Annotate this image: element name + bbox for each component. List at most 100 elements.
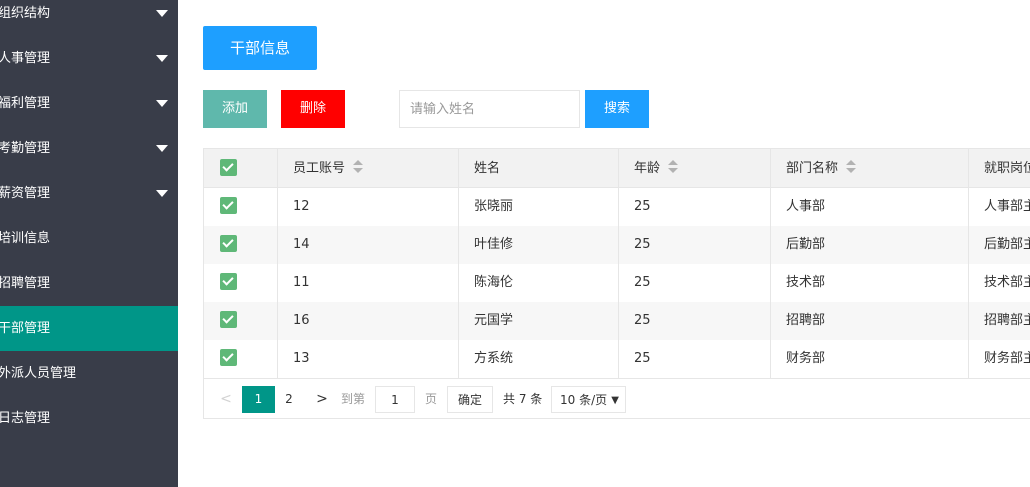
page-2-button[interactable]: 2 [277, 386, 301, 413]
sidebar-item-hr[interactable]: 人事管理 [0, 36, 178, 81]
cell-position: 后勤部主管 [984, 237, 1030, 252]
sort-icon[interactable] [353, 160, 364, 174]
sidebar-item-salary[interactable]: 薪资管理 [0, 171, 178, 216]
cell-position: 技术部主管 [984, 275, 1030, 290]
search-button[interactable]: 搜索 [585, 90, 649, 128]
add-button[interactable]: 添加 [203, 90, 267, 128]
cell-name: 叶佳修 [459, 226, 619, 264]
chevron-down-icon [156, 190, 168, 197]
cell-age: 25 [619, 264, 771, 302]
cell-age: 25 [619, 188, 771, 226]
sidebar-item-label: 招聘管理 [0, 276, 51, 291]
row-checkbox-cell [204, 302, 278, 340]
delete-button[interactable]: 删除 [281, 90, 345, 128]
row-checkbox-cell [204, 340, 278, 378]
sidebar-item-label: 人事管理 [0, 51, 51, 66]
sidebar-item-training[interactable]: 培训信息 [0, 216, 178, 261]
dropdown-icon: ▼ [611, 395, 619, 406]
cell-department: 人事部 [771, 188, 969, 226]
row-checkbox[interactable] [220, 196, 237, 214]
cell-account: 14 [278, 226, 459, 264]
page-label: 页 [425, 392, 438, 406]
page-1-button[interactable]: 1 [242, 386, 275, 413]
sidebar-item-label: 福利管理 [0, 96, 51, 111]
goto-page-input[interactable]: 1 [375, 386, 415, 413]
cell-age: 25 [619, 340, 771, 378]
sidebar-item-label: 日志管理 [0, 411, 51, 426]
sidebar-item-cadre[interactable]: 干部管理 [0, 306, 178, 351]
row-checkbox-cell [204, 226, 278, 264]
chevron-down-icon [156, 10, 168, 17]
cell-account: 12 [278, 188, 459, 226]
cell-department: 技术部 [771, 264, 969, 302]
table-row[interactable]: 16 元国学 25 招聘部 招聘部主管 [204, 302, 1030, 340]
table-row[interactable]: 13 方系统 25 财务部 财务部主管 [204, 340, 1030, 378]
cell-position: 招聘部主管 [984, 313, 1030, 328]
cell-age: 25 [619, 226, 771, 264]
next-page-icon[interactable]: > [312, 386, 332, 413]
chevron-down-icon [156, 145, 168, 152]
cell-name: 方系统 [459, 340, 619, 378]
sidebar-item-expat[interactable]: 外派人员管理 [0, 351, 178, 396]
cell-account: 16 [278, 302, 459, 340]
row-checkbox-cell [204, 188, 278, 226]
cell-position: 财务部主管 [984, 351, 1030, 366]
cell-name: 元国学 [459, 302, 619, 340]
main-content: 干部信息 添加 删除 搜索 员工账号 姓名 年龄 部门名称 就职岗位 [178, 0, 1030, 487]
sort-icon[interactable] [668, 160, 679, 174]
page-size-select[interactable]: 10 条/页 ▼ [551, 386, 626, 413]
chevron-down-icon [156, 55, 168, 62]
header-label: 姓名 [474, 161, 501, 176]
header-name: 姓名 [459, 149, 619, 187]
header-position: 就职岗位 [969, 149, 1030, 187]
sidebar: 组织结构 人事管理 福利管理 考勤管理 薪资管理 培训信息 招聘管理 干部管理 … [0, 0, 178, 487]
sidebar-item-label: 培训信息 [0, 231, 51, 246]
search-input[interactable] [399, 90, 580, 128]
cell-name: 张晓丽 [459, 188, 619, 226]
goto-label: 到第 [341, 392, 366, 406]
sidebar-item-attendance[interactable]: 考勤管理 [0, 126, 178, 171]
cell-department: 后勤部 [771, 226, 969, 264]
header-checkbox-cell [204, 149, 278, 187]
sidebar-item-welfare[interactable]: 福利管理 [0, 81, 178, 126]
cadre-info-button[interactable]: 干部信息 [203, 26, 317, 70]
chevron-down-icon [156, 100, 168, 107]
sidebar-item-label: 薪资管理 [0, 186, 51, 201]
table-row[interactable]: 14 叶佳修 25 后勤部 后勤部主管 [204, 226, 1030, 264]
row-checkbox[interactable] [220, 272, 237, 290]
select-all-checkbox[interactable] [220, 158, 237, 176]
header-department[interactable]: 部门名称 [771, 149, 969, 187]
row-checkbox[interactable] [220, 348, 237, 366]
sidebar-item-label: 外派人员管理 [0, 366, 77, 381]
header-age[interactable]: 年龄 [619, 149, 771, 187]
page-size-value: 10 条/页 [560, 393, 608, 407]
prev-page-icon[interactable]: < [216, 386, 236, 413]
header-label: 员工账号 [293, 161, 346, 176]
data-table: 员工账号 姓名 年龄 部门名称 就职岗位 12 张晓丽 25 人事部 人事部主管 [203, 148, 1030, 419]
row-checkbox[interactable] [220, 310, 237, 328]
cell-account: 13 [278, 340, 459, 378]
cell-position: 人事部主管 [984, 199, 1030, 214]
pagination: < 1 2 > 到第 1 页 确定 共 7 条 10 条/页 ▼ [204, 378, 1030, 419]
header-label: 年龄 [634, 161, 661, 176]
sidebar-item-log[interactable]: 日志管理 [0, 396, 178, 441]
sidebar-item-label: 考勤管理 [0, 141, 51, 156]
confirm-button[interactable]: 确定 [447, 386, 493, 413]
cell-name: 陈海伦 [459, 264, 619, 302]
cell-department: 财务部 [771, 340, 969, 378]
header-label: 部门名称 [786, 161, 839, 176]
total-count: 共 7 条 [503, 392, 543, 406]
sort-icon[interactable] [846, 160, 857, 174]
table-row[interactable]: 11 陈海伦 25 技术部 技术部主管 [204, 264, 1030, 302]
sidebar-item-label: 组织结构 [0, 6, 51, 21]
cell-account: 11 [278, 264, 459, 302]
sidebar-item-org[interactable]: 组织结构 [0, 0, 178, 36]
table-header: 员工账号 姓名 年龄 部门名称 就职岗位 [204, 149, 1030, 188]
header-account[interactable]: 员工账号 [278, 149, 459, 187]
row-checkbox-cell [204, 264, 278, 302]
row-checkbox[interactable] [220, 234, 237, 252]
sidebar-item-recruit[interactable]: 招聘管理 [0, 261, 178, 306]
table-row[interactable]: 12 张晓丽 25 人事部 人事部主管 [204, 188, 1030, 226]
sidebar-item-label: 干部管理 [0, 321, 51, 336]
header-label: 就职岗位 [984, 161, 1030, 176]
